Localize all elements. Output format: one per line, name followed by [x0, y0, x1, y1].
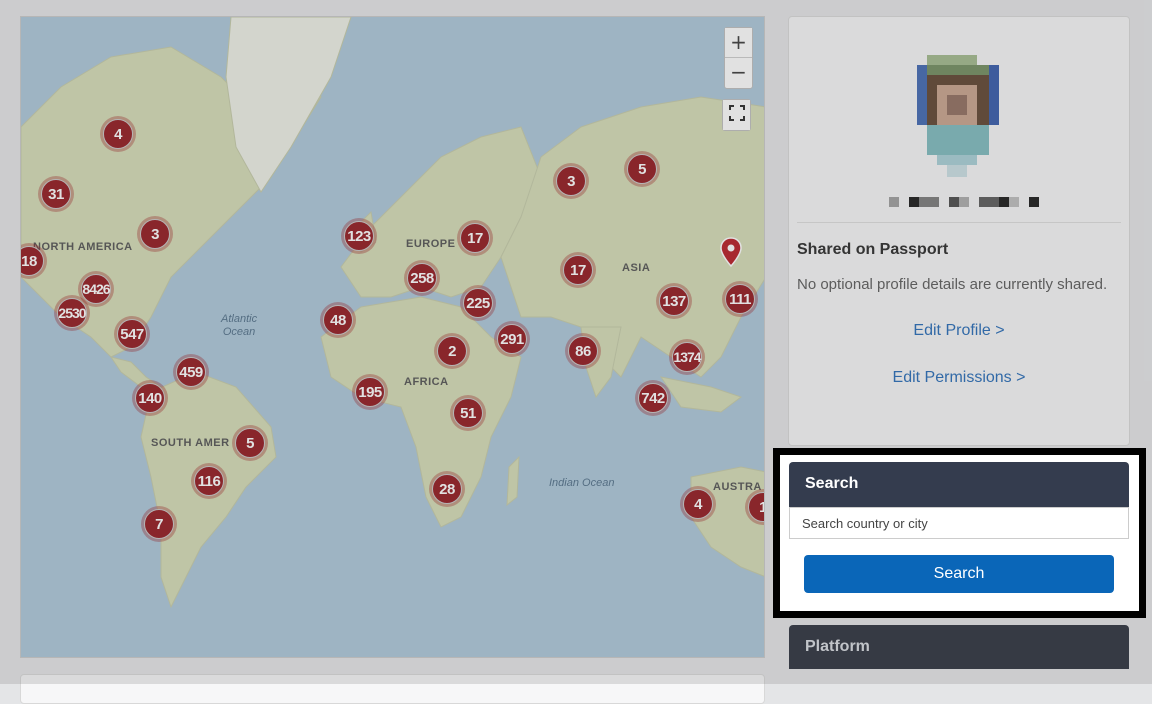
cluster-count: 17: [563, 255, 593, 285]
cluster-count: 140: [135, 383, 165, 413]
cluster-count: 4: [103, 119, 133, 149]
map-cluster[interactable]: 86: [565, 333, 601, 369]
cluster-count: 137: [659, 286, 689, 316]
map-cluster[interactable]: 742: [635, 380, 671, 416]
label-asia: ASIA: [622, 262, 651, 274]
label-atlantic-ocean: Atlantic Ocean: [221, 313, 258, 338]
cluster-count: 459: [176, 357, 206, 387]
map-cluster[interactable]: 116: [191, 463, 227, 499]
map-cluster[interactable]: 28: [429, 471, 465, 507]
map-cluster[interactable]: 195: [352, 374, 388, 410]
map-cluster[interactable]: 51: [450, 395, 486, 431]
fullscreen-control: [722, 99, 751, 131]
zoom-out-button[interactable]: −: [725, 57, 752, 86]
map-cluster[interactable]: 1374: [669, 339, 705, 375]
map-cluster[interactable]: 17: [457, 220, 493, 256]
cluster-count: 2: [437, 336, 467, 366]
platform-title: Platform: [805, 638, 870, 655]
map-cluster[interactable]: 2530: [54, 295, 90, 331]
map-cluster[interactable]: 5: [624, 151, 660, 187]
search-panel-title: Search: [805, 475, 859, 492]
profile-divider: [797, 222, 1121, 223]
map-cluster[interactable]: 258: [404, 260, 440, 296]
search-panel-header: Search: [789, 462, 1129, 507]
fullscreen-button[interactable]: [723, 100, 750, 130]
map-cluster[interactable]: 17: [560, 252, 596, 288]
cluster-count: 116: [194, 466, 224, 496]
cluster-count: 111: [725, 284, 755, 314]
map-cluster[interactable]: 31: [38, 176, 74, 212]
cluster-count: 28: [432, 474, 462, 504]
map-cluster[interactable]: 3: [553, 163, 589, 199]
profile-card: Shared on Passport No optional profile d…: [788, 16, 1130, 446]
cluster-count: 3: [140, 219, 170, 249]
cluster-count: 1374: [672, 342, 702, 372]
map-cluster[interactable]: 2: [434, 333, 470, 369]
cluster-count: 18: [21, 246, 44, 276]
shared-heading: Shared on Passport: [797, 241, 949, 258]
cluster-count: 2530: [57, 298, 87, 328]
edit-permissions-link[interactable]: Edit Permissions >: [789, 369, 1129, 387]
search-input[interactable]: [789, 507, 1129, 539]
zoom-control: + −: [724, 27, 753, 89]
fullscreen-icon: [728, 104, 745, 121]
search-panel: Search Search: [773, 448, 1146, 618]
label-indian-ocean: Indian Ocean: [549, 477, 615, 489]
cluster-count: 225: [463, 288, 493, 318]
map-cluster[interactable]: 140: [132, 380, 168, 416]
label-south-america: SOUTH AMER: [151, 437, 230, 449]
cluster-count: 547: [117, 319, 147, 349]
cluster-count: 31: [41, 179, 71, 209]
cluster-count: 5: [235, 428, 265, 458]
label-africa: AFRICA: [404, 376, 449, 388]
map-cluster[interactable]: 48: [320, 302, 356, 338]
map-cluster[interactable]: 137: [656, 283, 692, 319]
cluster-count: 7: [144, 509, 174, 539]
map-cluster[interactable]: 547: [114, 316, 150, 352]
search-button[interactable]: Search: [804, 555, 1114, 593]
map-cluster[interactable]: 4: [680, 486, 716, 522]
cluster-count: 51: [453, 398, 483, 428]
cluster-count: 1: [748, 492, 764, 522]
cluster-count: 742: [638, 383, 668, 413]
cluster-count: 17: [460, 223, 490, 253]
map-cluster[interactable]: 3: [137, 216, 173, 252]
cluster-count: 48: [323, 305, 353, 335]
map-cluster[interactable]: 123: [341, 218, 377, 254]
platform-panel-header: Platform: [789, 625, 1129, 669]
map-cluster[interactable]: 5: [232, 425, 268, 461]
cluster-count: 5: [627, 154, 657, 184]
below-map-card: [20, 674, 765, 704]
map-pin-icon[interactable]: [719, 237, 743, 267]
cluster-count: 86: [568, 336, 598, 366]
map-cluster[interactable]: 111: [722, 281, 758, 317]
cluster-count: 195: [355, 377, 385, 407]
shared-text: No optional profile details are currentl…: [797, 276, 1108, 293]
cluster-count: 291: [497, 324, 527, 354]
map-cluster[interactable]: 459: [173, 354, 209, 390]
cluster-count: 258: [407, 263, 437, 293]
map-cluster[interactable]: 225: [460, 285, 496, 321]
cluster-count: 8426: [81, 274, 111, 304]
label-europe: EUROPE: [406, 238, 456, 250]
cluster-count: 3: [556, 166, 586, 196]
name-redacted: [889, 197, 1039, 207]
edit-profile-link[interactable]: Edit Profile >: [789, 322, 1129, 340]
cluster-count: 123: [344, 221, 374, 251]
label-north-america: NORTH AMERICA: [33, 241, 133, 253]
map-cluster[interactable]: 7: [141, 506, 177, 542]
zoom-in-button[interactable]: +: [725, 28, 752, 57]
map-cluster[interactable]: 291: [494, 321, 530, 357]
map-cluster[interactable]: 4: [100, 116, 136, 152]
world-map[interactable]: NORTH AMERICA EUROPE ASIA AFRICA SOUTH A…: [20, 16, 765, 658]
cluster-count: 4: [683, 489, 713, 519]
avatar: [917, 55, 999, 177]
